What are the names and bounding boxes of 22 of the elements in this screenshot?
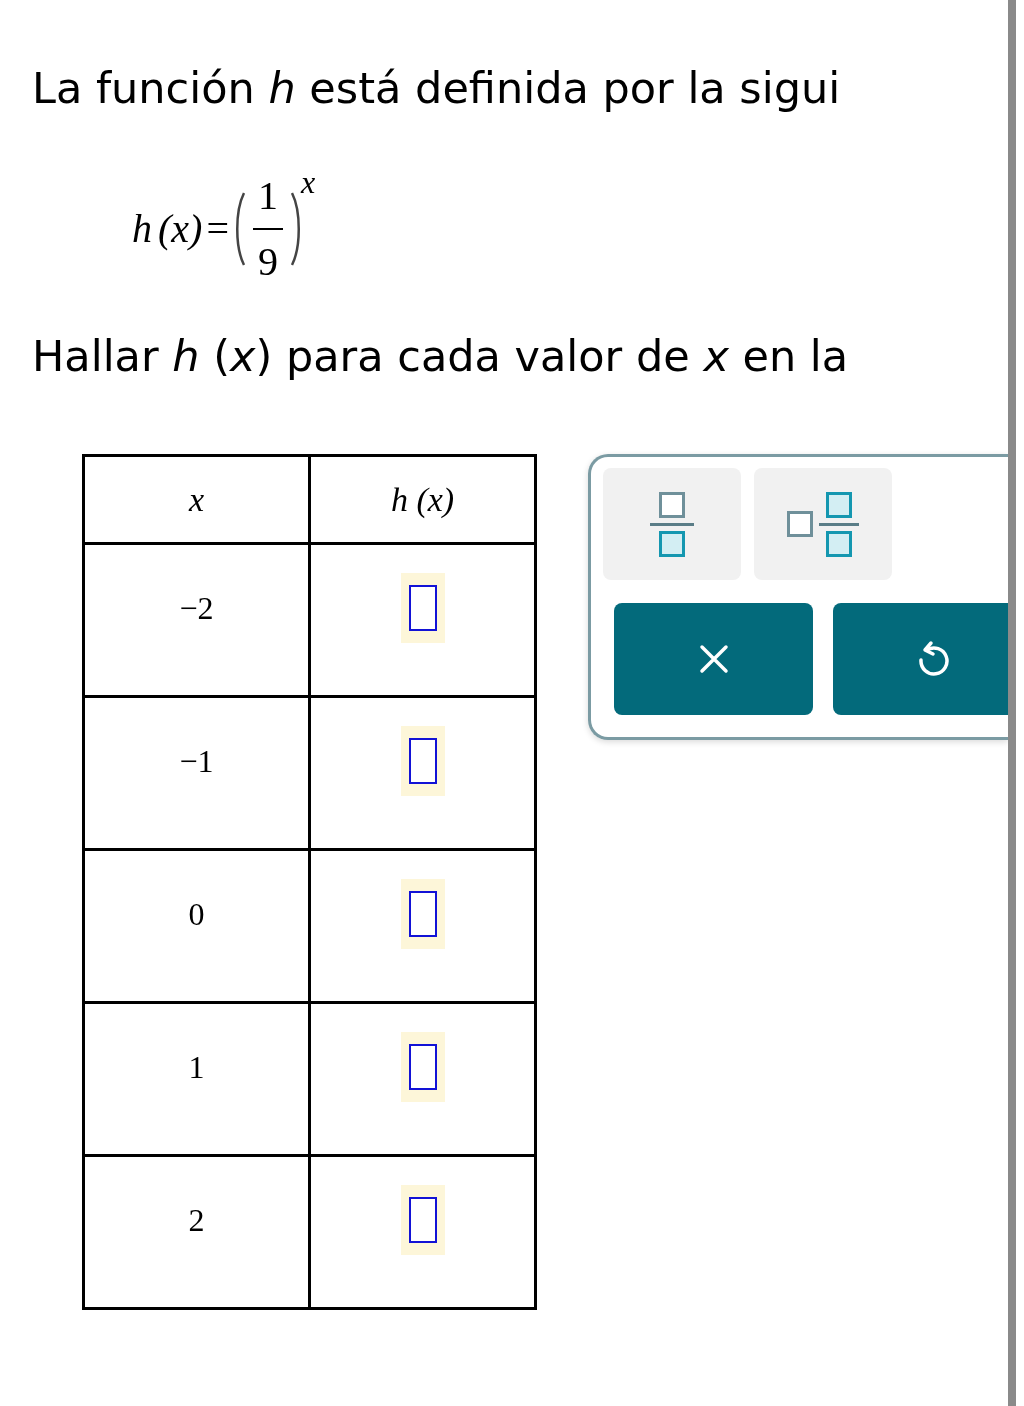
fraction-button[interactable] bbox=[603, 468, 741, 580]
mixed-number-button[interactable] bbox=[754, 468, 892, 580]
formula-left-side: h(x)= bbox=[132, 205, 229, 253]
instruction-text: Hallar h (x) para cada valor de x en la bbox=[32, 330, 850, 383]
close-icon bbox=[698, 644, 729, 674]
column-header: x bbox=[83, 455, 310, 544]
answer-box[interactable] bbox=[400, 1185, 445, 1255]
mixed-number-template-icon bbox=[787, 491, 859, 557]
answer-box[interactable] bbox=[400, 726, 445, 796]
column-header: h (x) bbox=[309, 455, 536, 544]
intro-text: La función h está definida por la sigui bbox=[32, 62, 842, 115]
table-cell: −2 bbox=[83, 543, 310, 697]
answer-box[interactable] bbox=[400, 879, 445, 949]
answer-box[interactable] bbox=[400, 573, 445, 643]
fraction-template-icon bbox=[650, 491, 694, 557]
table-cell: 1 bbox=[83, 1002, 310, 1156]
answer-box[interactable] bbox=[400, 1032, 445, 1102]
table-cell: 2 bbox=[83, 1155, 310, 1309]
fraction: 1 9 bbox=[252, 166, 283, 292]
table-cell: 0 bbox=[83, 849, 310, 1003]
exponent: x bbox=[300, 163, 316, 202]
table-cell: −1 bbox=[83, 696, 310, 850]
